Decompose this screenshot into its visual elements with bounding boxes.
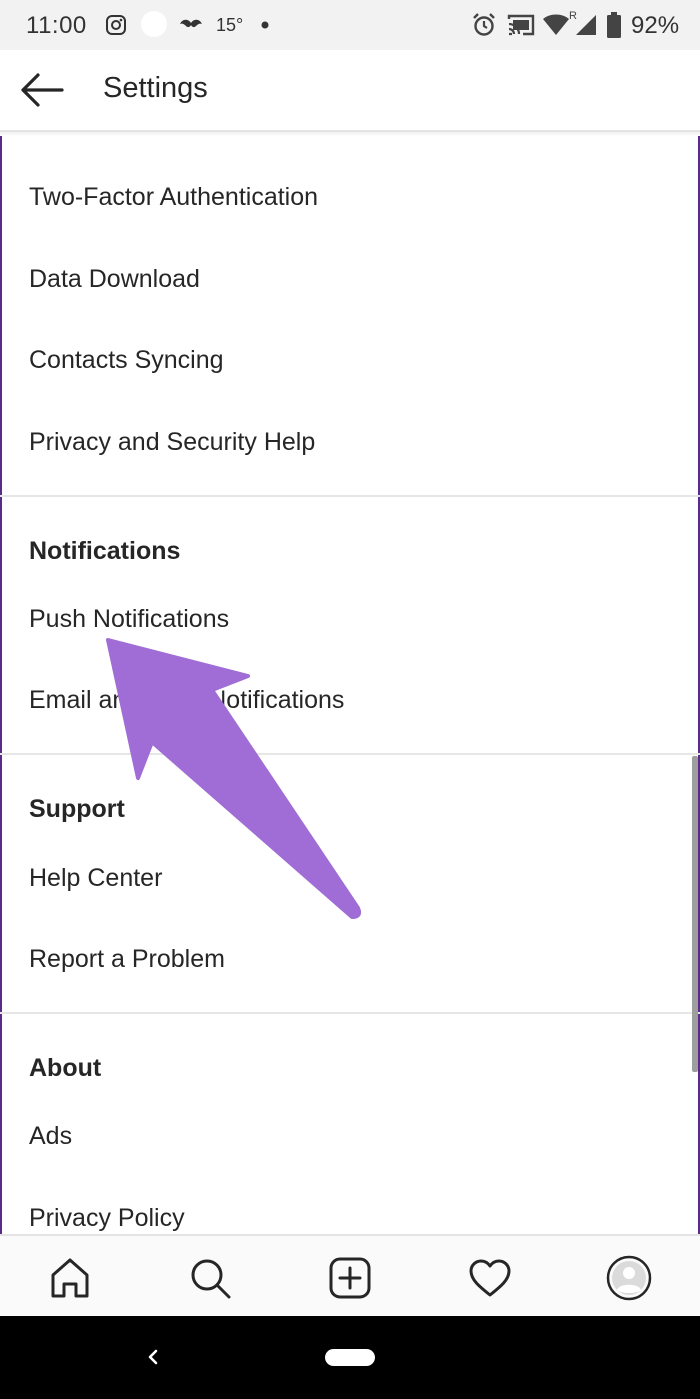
menu-item-privacy-security-help[interactable]: Privacy and Security Help bbox=[29, 428, 315, 457]
app-header: Settings bbox=[0, 50, 700, 132]
cast-icon bbox=[507, 14, 535, 36]
status-time: 11:00 bbox=[26, 12, 87, 39]
battery-icon bbox=[607, 12, 621, 38]
menu-item-report-problem[interactable]: Report a Problem bbox=[29, 945, 225, 974]
section-divider bbox=[0, 495, 700, 497]
mustache-icon bbox=[180, 19, 202, 28]
section-divider bbox=[0, 753, 700, 755]
menu-item-data-download[interactable]: Data Download bbox=[29, 265, 200, 294]
profile-icon bbox=[606, 1255, 652, 1301]
wifi-icon bbox=[543, 14, 569, 35]
settings-list[interactable]: Two-Factor Authentication Data Download … bbox=[0, 136, 700, 1234]
section-title-notifications: Notifications bbox=[29, 537, 181, 565]
nav-new-post-button[interactable] bbox=[326, 1254, 374, 1302]
menu-item-privacy-policy[interactable]: Privacy Policy bbox=[29, 1204, 185, 1233]
nav-activity-button[interactable] bbox=[466, 1254, 514, 1302]
more-notifications-dot-icon bbox=[261, 21, 269, 29]
nav-search-button[interactable] bbox=[186, 1254, 234, 1302]
nav-home-button[interactable] bbox=[46, 1254, 94, 1302]
svg-text:R: R bbox=[569, 10, 577, 22]
activity-heart-icon bbox=[469, 1259, 511, 1297]
page-title: Settings bbox=[103, 72, 208, 104]
section-title-about: About bbox=[29, 1054, 102, 1082]
add-post-icon bbox=[329, 1257, 371, 1299]
menu-item-help-center[interactable]: Help Center bbox=[29, 864, 162, 893]
home-icon bbox=[51, 1258, 89, 1298]
nav-profile-button[interactable] bbox=[605, 1254, 653, 1302]
menu-item-two-factor-authentication[interactable]: Two-Factor Authentication bbox=[29, 183, 318, 212]
search-icon bbox=[191, 1259, 231, 1299]
menu-item-contacts-syncing[interactable]: Contacts Syncing bbox=[29, 346, 224, 375]
menu-item-push-notifications[interactable]: Push Notifications bbox=[29, 605, 229, 634]
status-bar: 11:00 15° R 92% bbox=[0, 0, 700, 50]
back-arrow-icon bbox=[21, 73, 64, 107]
notification-dot-icon bbox=[141, 11, 167, 37]
section-title-support: Support bbox=[29, 795, 125, 823]
system-home-pill[interactable] bbox=[325, 1349, 375, 1366]
menu-item-ads[interactable]: Ads bbox=[29, 1122, 72, 1151]
menu-item-email-sms-notifications[interactable]: Email and SMS Notifications bbox=[29, 686, 344, 715]
back-button[interactable] bbox=[18, 70, 66, 110]
system-nav-bar bbox=[0, 1316, 700, 1399]
scrollbar[interactable] bbox=[692, 756, 698, 1072]
alarm-icon bbox=[473, 13, 495, 36]
chevron-left-icon bbox=[148, 1349, 158, 1365]
signal-roaming-icon: R bbox=[569, 10, 596, 35]
section-divider bbox=[0, 1012, 700, 1014]
instagram-notification-icon bbox=[106, 15, 126, 35]
battery-percentage: 92% bbox=[631, 12, 680, 39]
status-temperature: 15° bbox=[216, 15, 244, 35]
bottom-nav bbox=[0, 1234, 700, 1318]
system-back-button[interactable] bbox=[140, 1340, 166, 1374]
